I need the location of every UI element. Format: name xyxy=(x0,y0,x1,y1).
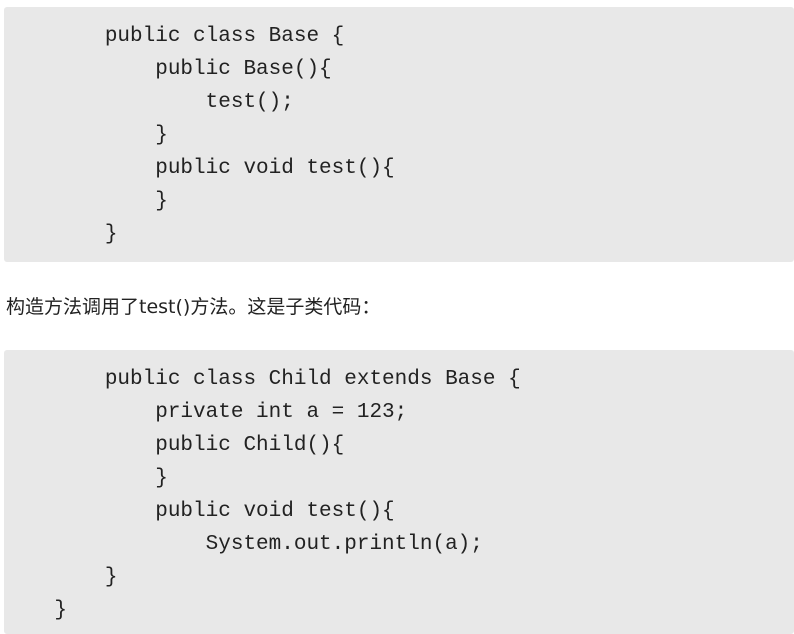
code-line: System.out.println(a); xyxy=(4,533,483,556)
paragraph-text: 构造方法调用了test()方法。这是子类代码： xyxy=(6,296,381,318)
code-line: public void test(){ xyxy=(4,500,395,523)
document-page: public class Base { public Base(){ test(… xyxy=(0,0,794,634)
code-line: } xyxy=(4,190,168,213)
code-line: public class Child extends Base { xyxy=(4,368,521,391)
code-line: test(); xyxy=(4,91,294,114)
code-line: } xyxy=(4,223,118,246)
code-line: public class Base { xyxy=(4,25,345,48)
code-line: } xyxy=(4,566,118,589)
code-block-child-class: public class Child extends Base { privat… xyxy=(4,350,794,634)
code-line: } xyxy=(4,599,68,622)
code-line: public void test(){ xyxy=(4,157,395,180)
code-line: } xyxy=(4,467,168,490)
code-block-base-class: public class Base { public Base(){ test(… xyxy=(4,7,794,262)
code-line: public Base(){ xyxy=(4,58,332,81)
code-line: public Child(){ xyxy=(4,434,345,457)
code-line: private int a = 123; xyxy=(4,401,408,424)
code-line: } xyxy=(4,124,168,147)
